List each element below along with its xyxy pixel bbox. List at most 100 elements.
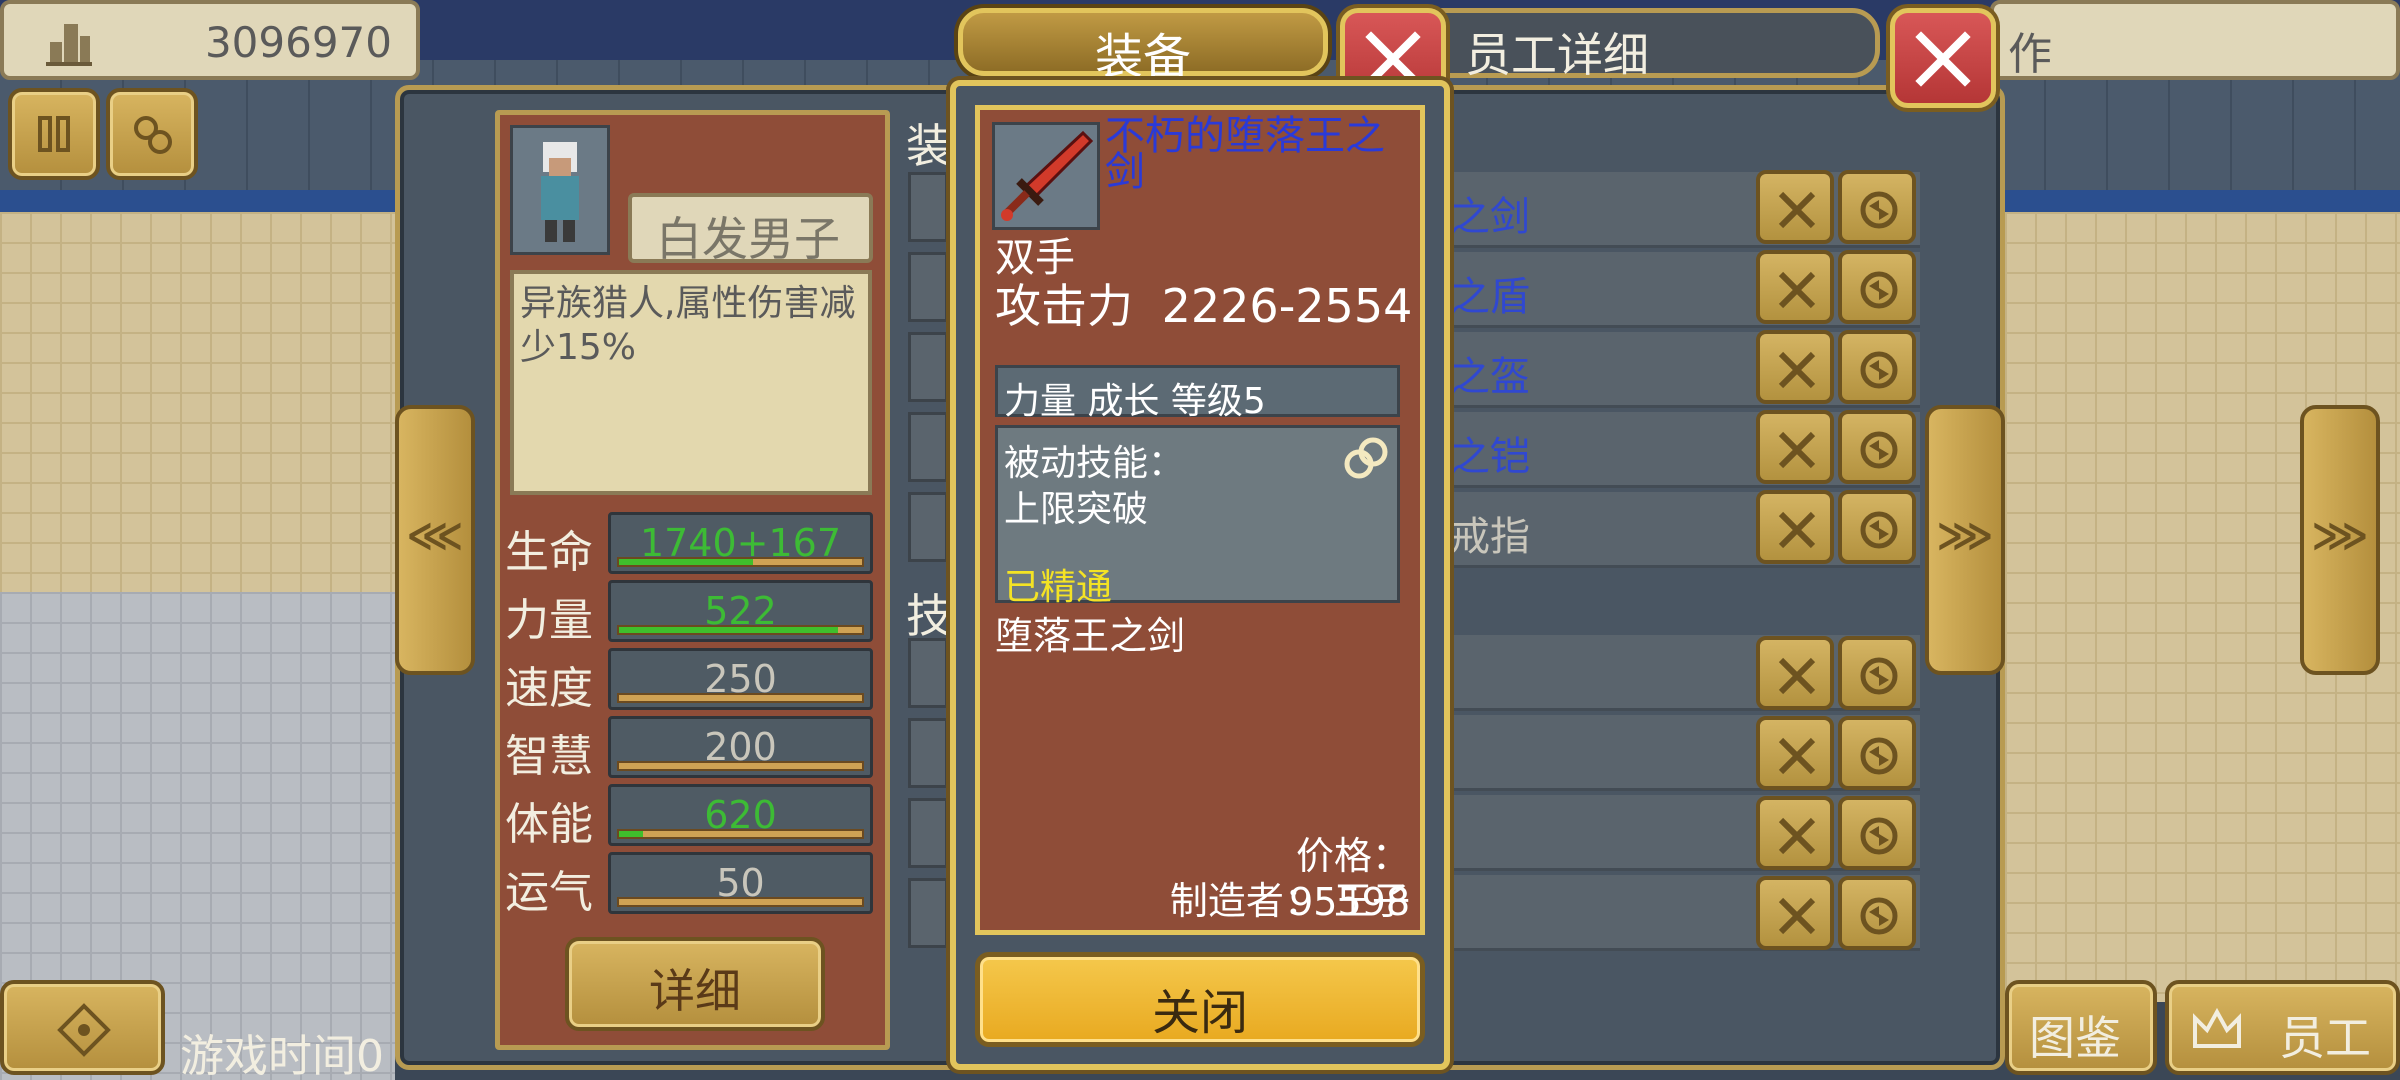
swap-icon	[1860, 191, 1898, 229]
equipment-modal-title-bar: 装备	[958, 8, 1328, 85]
equip-slot-helmet[interactable]	[908, 332, 948, 402]
stat-track	[617, 693, 864, 703]
attack-value: 2226-2554	[1161, 279, 1413, 333]
pause-button[interactable]	[8, 88, 100, 180]
map-button[interactable]	[0, 980, 165, 1075]
attack-label: 攻击力	[995, 279, 1133, 333]
unequip-icon	[1778, 657, 1816, 695]
stat-track	[617, 761, 864, 771]
building-icon	[46, 24, 92, 66]
tools-button[interactable]	[106, 88, 198, 180]
equip-slot-shield[interactable]	[908, 252, 948, 322]
prev-arrow-button[interactable]: ⋘	[395, 405, 475, 675]
item-attack: 攻击力 2226-2554	[995, 270, 1412, 336]
stat-bar: 522	[608, 580, 873, 642]
unequip-icon	[1778, 737, 1816, 775]
character-avatar-icon	[541, 142, 579, 242]
scroll-icon	[134, 116, 172, 154]
modal-close-button[interactable]: 关闭	[975, 952, 1425, 1047]
unequip-icon	[1778, 431, 1816, 469]
unequip-button[interactable]	[1756, 330, 1834, 404]
skill-slot-4[interactable]	[908, 878, 948, 948]
skill-slot-3[interactable]	[908, 798, 948, 868]
stat-fill	[619, 627, 838, 633]
unequip-button[interactable]	[1756, 636, 1834, 710]
unequip-button[interactable]	[1756, 796, 1834, 870]
stat-label: 智慧	[505, 731, 593, 782]
staff-button-label: 员工	[2279, 1011, 2371, 1065]
swap-icon	[1860, 511, 1898, 549]
employee-close-button[interactable]	[1890, 8, 1996, 108]
unequip-icon	[1778, 271, 1816, 309]
skill-header: 被动技能：	[1004, 443, 1185, 484]
skill-section-label: 技	[906, 589, 952, 643]
stat-bar: 50	[608, 852, 873, 914]
unequip-icon	[1778, 897, 1816, 935]
unequip-button[interactable]	[1756, 876, 1834, 950]
catalog-button[interactable]: 图鉴	[2005, 980, 2157, 1075]
unequip-button[interactable]	[1756, 410, 1834, 484]
detail-button[interactable]: 详细	[565, 937, 825, 1031]
prev-arrow-icon: ⋘	[406, 513, 464, 559]
swap-button[interactable]	[1838, 636, 1916, 710]
unequip-icon	[1778, 817, 1816, 855]
next-employee-arrow-button[interactable]: ⋙	[2300, 405, 2380, 675]
character-name: 白发男子	[628, 193, 873, 266]
unequip-button[interactable]	[1756, 170, 1834, 244]
equip-slot-ring[interactable]	[908, 492, 948, 562]
money-amount: 3096970	[204, 18, 392, 67]
next-arrow-icon: ⋙	[1936, 513, 1994, 559]
stat-fill	[619, 559, 753, 565]
stat-bar: 200	[608, 716, 873, 778]
stat-label: 速度	[505, 663, 593, 714]
swap-button[interactable]	[1838, 170, 1916, 244]
equip-slot-weapon[interactable]	[908, 172, 948, 242]
money-bar: 3096970	[0, 0, 420, 80]
unequip-button[interactable]	[1756, 490, 1834, 564]
item-description: 堕落王之剑	[995, 614, 1186, 658]
stat-fill	[619, 831, 644, 837]
scene-floor-left	[0, 212, 395, 592]
crown-icon	[2193, 1007, 2241, 1048]
equipment-row-label: 之盔	[1450, 354, 1530, 400]
swap-button[interactable]	[1838, 250, 1916, 324]
equipment-modal-title: 装备	[1094, 29, 1191, 85]
swap-icon	[1860, 897, 1898, 935]
swap-button[interactable]	[1838, 796, 1916, 870]
swap-button[interactable]	[1838, 410, 1916, 484]
equip-slot-armor[interactable]	[908, 412, 948, 482]
stat-label: 生命	[505, 527, 593, 578]
skill-slot-1[interactable]	[908, 638, 948, 708]
swap-button[interactable]	[1838, 490, 1916, 564]
swap-button[interactable]	[1838, 876, 1916, 950]
detail-button-label: 详细	[649, 964, 741, 1018]
game-time-text: 游戏时间0	[180, 1031, 384, 1080]
dpad-icon	[57, 1003, 111, 1057]
equip-section-label: 装	[906, 119, 952, 173]
swap-icon	[1860, 817, 1898, 855]
stat-label: 力量	[505, 595, 593, 646]
character-portrait	[510, 125, 610, 255]
swap-icon	[1860, 737, 1898, 775]
growth-bar: 力量 成长 等级5	[995, 365, 1400, 422]
skill-name: 上限突破	[1004, 489, 1149, 530]
swap-button[interactable]	[1838, 716, 1916, 790]
link-icon[interactable]	[1339, 434, 1393, 484]
next-employee-arrow-icon: ⋙	[2311, 513, 2369, 559]
swap-button[interactable]	[1838, 330, 1916, 404]
equipment-row-label: 之剑	[1450, 194, 1530, 240]
swap-icon	[1860, 271, 1898, 309]
stat-label: 体能	[505, 799, 593, 850]
stat-bar: 250	[608, 648, 873, 710]
unequip-button[interactable]	[1756, 716, 1834, 790]
work-bar[interactable]: 作	[1990, 0, 2400, 80]
unequip-icon	[1778, 191, 1816, 229]
unequip-button[interactable]	[1756, 250, 1834, 324]
work-bar-label: 作	[2008, 29, 2052, 80]
swap-icon	[1860, 657, 1898, 695]
staff-button[interactable]: 员工	[2165, 980, 2400, 1075]
next-arrow-button[interactable]: ⋙	[1925, 405, 2005, 675]
skill-status: 已精通	[1004, 567, 1113, 608]
skill-slot-2[interactable]	[908, 718, 948, 788]
employee-title: 员工详细	[1465, 28, 1649, 82]
